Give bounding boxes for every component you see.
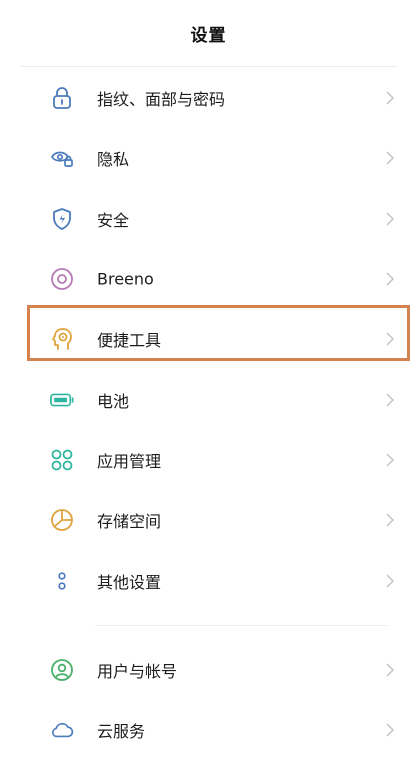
battery-icon (50, 388, 74, 412)
menu-item-label: 安全 (97, 210, 130, 230)
header-divider (20, 66, 397, 67)
account-list: 用户与帐号 云服务 (0, 640, 417, 761)
menu-item-label: 电池 (97, 391, 130, 411)
page-title: 设置 (190, 25, 227, 46)
menu-item-security[interactable]: 安全 (0, 189, 417, 249)
menu-item-label: 其他设置 (97, 572, 162, 592)
menu-item-cloud-service[interactable]: 云服务 (0, 700, 417, 760)
apps-grid-icon (50, 448, 74, 472)
lock-icon (50, 86, 74, 110)
menu-item-battery[interactable]: 电池 (0, 369, 417, 429)
chevron-right-icon (386, 91, 395, 105)
chevron-right-icon (386, 212, 395, 226)
chevron-right-icon (386, 453, 395, 467)
cloud-icon (50, 718, 74, 742)
chevron-right-icon (386, 723, 395, 737)
menu-item-convenience-tools[interactable]: 便捷工具 (0, 309, 417, 369)
menu-item-fingerprint-face-password[interactable]: 指纹、面部与密码 (0, 68, 417, 128)
chevron-right-icon (386, 393, 395, 407)
menu-item-label: 指纹、面部与密码 (97, 90, 226, 110)
menu-item-label: 用户与帐号 (97, 662, 178, 682)
menu-item-users-accounts[interactable]: 用户与帐号 (0, 640, 417, 700)
chevron-right-icon (386, 663, 395, 677)
menu-item-storage[interactable]: 存储空间 (0, 490, 417, 550)
privacy-eye-icon (50, 146, 74, 170)
menu-item-other-settings[interactable]: 其他设置 (0, 550, 417, 610)
menu-item-label: 存储空间 (97, 512, 162, 532)
menu-item-app-management[interactable]: 应用管理 (0, 430, 417, 490)
storage-pie-icon (50, 508, 74, 532)
menu-item-breeno[interactable]: Breeno (0, 249, 417, 309)
chevron-right-icon (386, 513, 395, 527)
menu-item-label: 云服务 (97, 722, 146, 742)
top-bar: 设置 (0, 0, 417, 66)
settings-list: 指纹、面部与密码 隐私 安全 Breeno 便捷工具 电池 应用管理 存储空间 … (0, 68, 417, 611)
breeno-icon (50, 267, 74, 291)
shield-icon (50, 207, 74, 231)
chevron-right-icon (386, 151, 395, 165)
head-tool-icon (50, 327, 74, 351)
chevron-right-icon (386, 332, 395, 346)
user-account-icon (50, 658, 74, 682)
menu-item-label: 应用管理 (97, 451, 162, 471)
menu-item-label: 隐私 (97, 150, 130, 170)
menu-item-privacy[interactable]: 隐私 (0, 128, 417, 188)
section-divider (95, 625, 387, 626)
chevron-right-icon (386, 272, 395, 286)
chevron-right-icon (386, 573, 395, 588)
menu-item-label: 便捷工具 (97, 331, 162, 351)
more-dots-icon (50, 569, 74, 593)
menu-item-label: Breeno (97, 269, 154, 289)
